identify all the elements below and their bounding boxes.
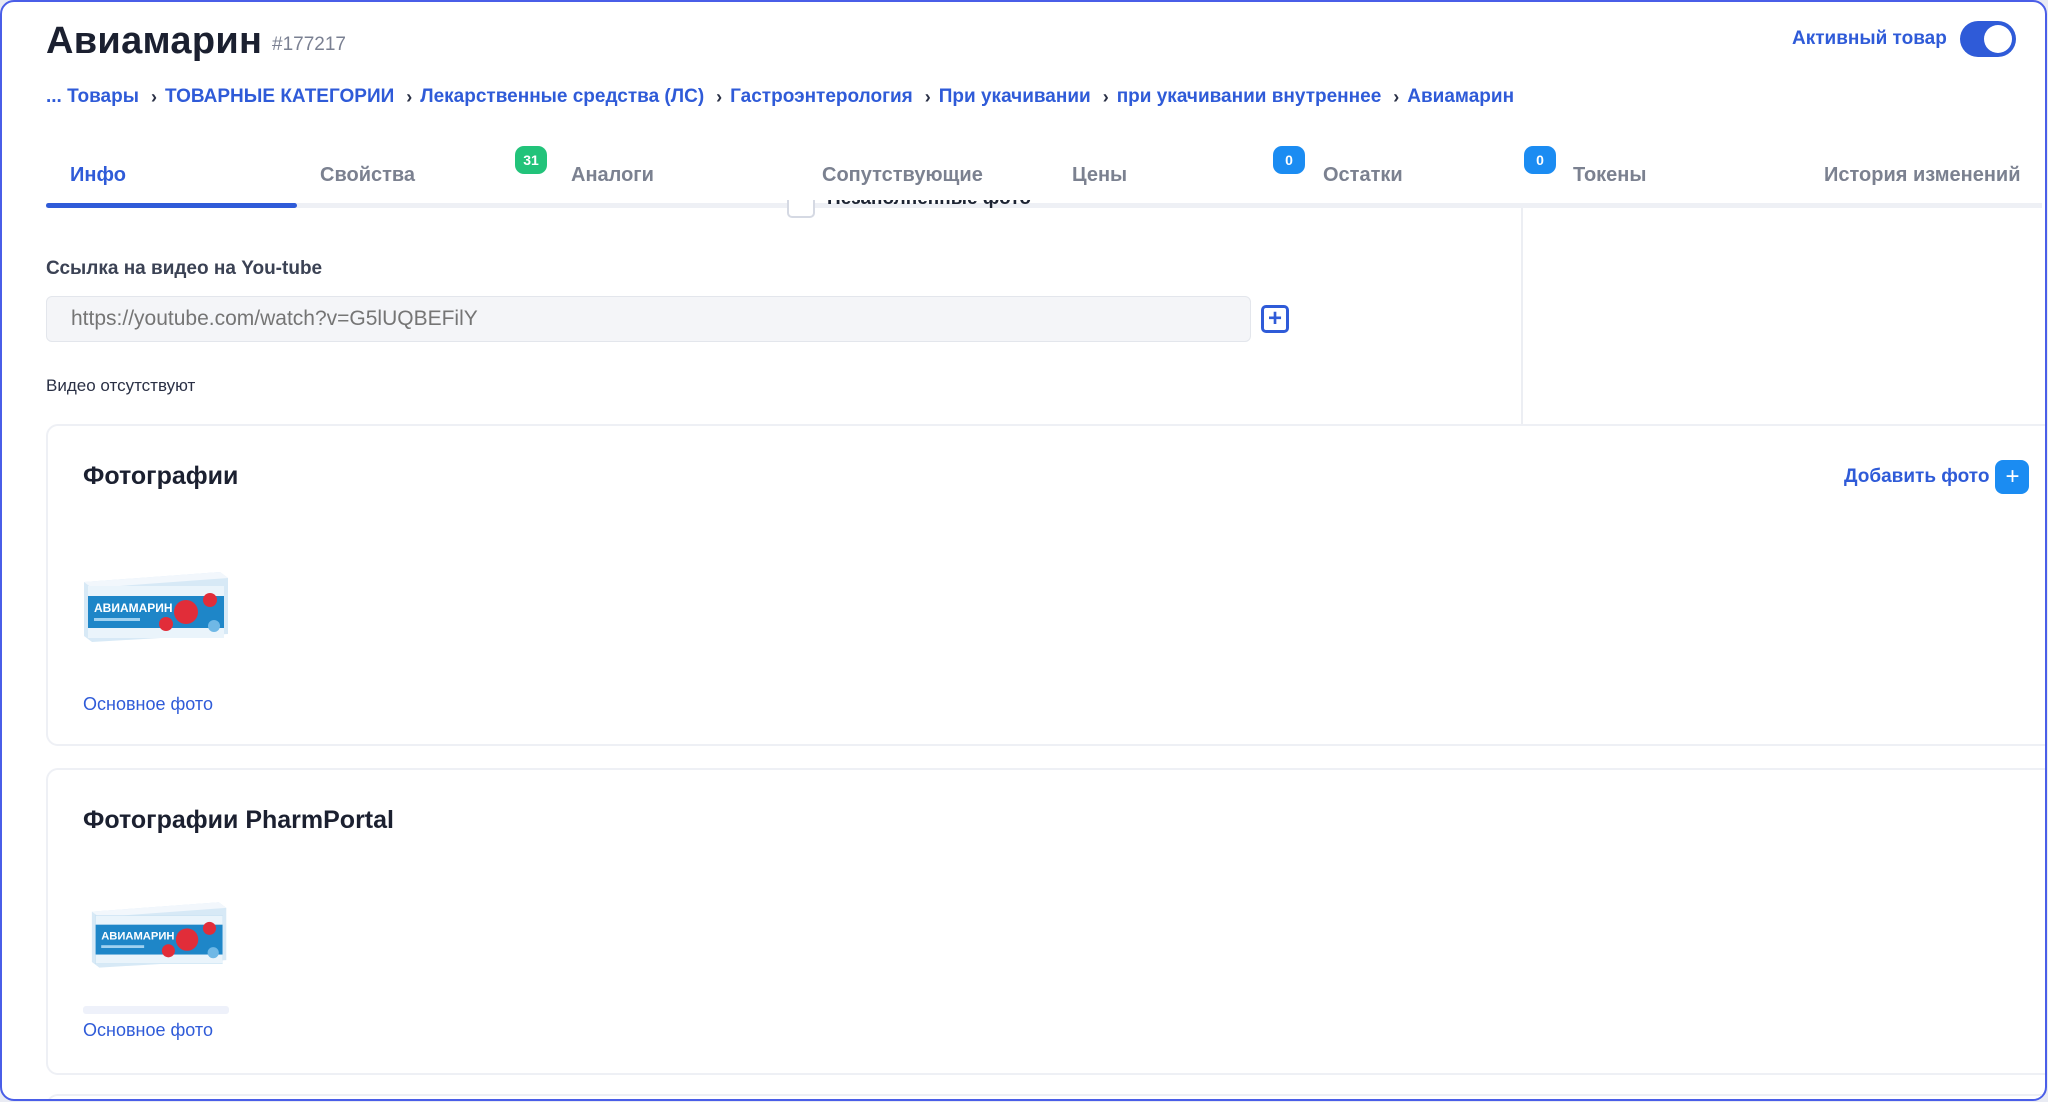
thumbnail-progress-bar bbox=[83, 1006, 229, 1014]
tab-tokens[interactable]: Токены bbox=[1573, 164, 1646, 187]
tab-info[interactable]: Инфо bbox=[70, 164, 126, 187]
chevron-right-icon: › bbox=[406, 86, 413, 107]
product-photo-thumbnail[interactable]: АВИАМАРИН bbox=[82, 568, 232, 644]
package-brand-text: АВИАМАРИН bbox=[94, 601, 173, 615]
breadcrumb: ... Товары › ТОВАРНЫЕ КАТЕГОРИИ › Лекарс… bbox=[46, 86, 1514, 108]
tab-related[interactable]: Сопутствующие bbox=[822, 164, 983, 187]
video-link-label: Ссылка на видео на You-tube bbox=[46, 258, 323, 279]
tab-history[interactable]: История изменений bbox=[1824, 164, 2021, 187]
photos-card: Фотографии Добавить фото + АВИАМАРИН Осн… bbox=[46, 424, 2045, 746]
active-product-toggle[interactable] bbox=[1960, 21, 2016, 57]
breadcrumb-medicines[interactable]: Лекарственные средства (ЛС) bbox=[420, 86, 704, 108]
next-section-card bbox=[46, 1094, 2045, 1099]
chevron-right-icon: › bbox=[150, 86, 157, 107]
tab-stock[interactable]: Остатки bbox=[1323, 164, 1403, 187]
breadcrumb-motion-sickness-internal[interactable]: при укачивании внутреннее bbox=[1117, 86, 1382, 108]
breadcrumb-current[interactable]: Авиамарин bbox=[1407, 86, 1514, 108]
breadcrumb-gastro[interactable]: Гастроэнтерология bbox=[730, 86, 913, 108]
plus-icon: + bbox=[1267, 305, 1282, 332]
tab-prices[interactable]: Цены bbox=[1072, 164, 1127, 187]
stock-count-badge: 0 bbox=[1273, 146, 1305, 174]
pharmportal-photo-caption: Основное фото bbox=[83, 1020, 213, 1040]
photos-title: Фотографии bbox=[83, 462, 239, 490]
pharmportal-photos-card: Фотографии PharmPortal АВИАМАРИН Основно… bbox=[46, 768, 2045, 1075]
video-link-input[interactable] bbox=[46, 296, 1251, 342]
breadcrumb-categories[interactable]: ТОВАРНЫЕ КАТЕГОРИИ bbox=[165, 86, 394, 108]
breadcrumb-motion-sickness[interactable]: При укачивании bbox=[939, 86, 1091, 108]
app-window: Авиамарин #177217 Активный товар ... Тов… bbox=[0, 0, 2047, 1101]
unlinked-photos-checkbox[interactable] bbox=[787, 200, 815, 218]
add-photo-label: Добавить фото bbox=[1844, 466, 1990, 487]
tab-analogs[interactable]: Аналоги bbox=[571, 164, 654, 187]
side-panel-divider bbox=[1521, 208, 1523, 424]
chevron-right-icon: › bbox=[924, 86, 931, 107]
tokens-count-badge: 0 bbox=[1524, 146, 1556, 174]
tab-bar: Инфо Свойства 31 Аналоги Сопутствующие Ц… bbox=[46, 142, 2042, 208]
add-photo-button[interactable]: Добавить фото + bbox=[1844, 460, 2030, 494]
package-brand-text: АВИАМАРИН bbox=[101, 931, 174, 943]
add-video-button[interactable]: + bbox=[1261, 305, 1289, 333]
pharmportal-photo-thumbnail[interactable]: АВИАМАРИН bbox=[90, 898, 230, 970]
analogs-count-badge: 31 bbox=[515, 146, 547, 174]
chevron-right-icon: › bbox=[1393, 86, 1400, 107]
pharmportal-photos-title: Фотографии PharmPortal bbox=[83, 806, 394, 834]
chevron-right-icon: › bbox=[1102, 86, 1109, 107]
photo-caption: Основное фото bbox=[83, 694, 213, 714]
product-id: #177217 bbox=[272, 34, 346, 55]
page-title: Авиамарин bbox=[46, 20, 263, 62]
unlinked-photos-row: Незаполненные фото bbox=[787, 200, 1087, 222]
tab-properties[interactable]: Свойства bbox=[320, 164, 415, 187]
toggle-knob bbox=[1984, 25, 2012, 53]
active-tab-indicator bbox=[46, 203, 297, 208]
unlinked-photos-label: Незаполненные фото bbox=[827, 200, 1031, 210]
chevron-right-icon: › bbox=[716, 86, 723, 107]
active-product-label: Активный товар bbox=[1792, 28, 1947, 49]
no-video-text: Видео отсутствуют bbox=[46, 376, 196, 395]
plus-icon: + bbox=[1995, 460, 2030, 494]
breadcrumb-products[interactable]: ... Товары bbox=[46, 86, 139, 108]
